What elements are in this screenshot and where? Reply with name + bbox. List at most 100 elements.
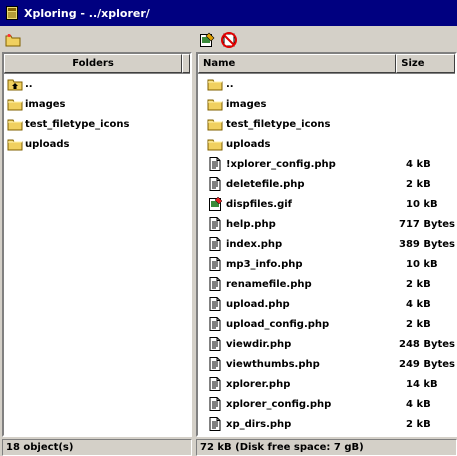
file-row[interactable]: viewdir.php 248 Bytes	[198, 334, 455, 354]
file-name: images	[226, 98, 267, 110]
file-icon	[209, 397, 221, 411]
folder-tree-label: images	[25, 98, 66, 110]
folder-tree-item[interactable]: images	[4, 94, 190, 114]
folder-icon	[207, 99, 223, 111]
status-object-count: 18 object(s)	[2, 439, 192, 456]
folder-tree-item[interactable]: ..	[4, 74, 190, 94]
file-size: 4 kB	[406, 158, 431, 170]
file-size: 248 Bytes	[398, 338, 455, 350]
new-folder-icon	[5, 34, 21, 47]
folder-tree-label: test_filetype_icons	[25, 118, 130, 130]
edit-button[interactable]	[198, 31, 216, 49]
file-icon	[209, 317, 221, 331]
name-column-header[interactable]: Name	[198, 54, 397, 73]
file-row[interactable]: xplorer_config.php 4 kB	[198, 394, 455, 414]
file-row[interactable]: !xplorer_config.php 4 kB	[198, 154, 455, 174]
image-file-icon	[209, 196, 223, 211]
file-icon	[209, 237, 221, 251]
folders-header: Folders	[4, 54, 190, 74]
folders-toolbar	[4, 28, 26, 52]
file-row[interactable]: uploads	[198, 134, 455, 154]
files-toolbar	[198, 28, 242, 52]
file-name: xplorer_config.php	[226, 398, 332, 410]
new-folder-button[interactable]	[4, 31, 22, 49]
size-column-header[interactable]: Size	[396, 54, 455, 73]
folder-icon	[7, 119, 23, 131]
folder-tree-label: uploads	[25, 138, 70, 150]
folder-icon	[7, 99, 23, 111]
file-name: dispfiles.gif	[226, 198, 293, 210]
file-size: 4 kB	[406, 398, 431, 410]
file-row[interactable]: xp_dirs.php 2 kB	[198, 414, 455, 434]
file-size: 4 kB	[406, 298, 431, 310]
files-pane: Name Size .. images test_filetype_iconsupl…	[196, 52, 457, 437]
status-disk-space: 72 kB (Disk free space: 7 gB)	[196, 439, 457, 456]
folder-tree-item[interactable]: uploads	[4, 134, 190, 154]
file-row[interactable]: images	[198, 94, 455, 114]
folders-pane: Folders .. images test_filetype_iconsuploa…	[2, 52, 192, 437]
file-name: ..	[226, 78, 234, 90]
folder-up-icon	[7, 79, 23, 91]
delete-button[interactable]	[220, 31, 238, 49]
file-icon	[209, 297, 221, 311]
file-size: 10 kB	[406, 198, 438, 210]
file-name: test_filetype_icons	[226, 118, 331, 130]
folders-column-header[interactable]: Folders	[4, 54, 182, 73]
folder-tree-item[interactable]: test_filetype_icons	[4, 114, 190, 134]
file-icon	[209, 377, 221, 391]
edit-icon	[200, 32, 215, 47]
file-row[interactable]: viewthumbs.php 249 Bytes	[198, 354, 455, 374]
file-name: help.php	[226, 218, 276, 230]
file-icon	[209, 417, 221, 431]
folder-icon	[7, 139, 23, 151]
file-size: 14 kB	[406, 378, 438, 390]
file-name: index.php	[226, 238, 283, 250]
file-row[interactable]: help.php 717 Bytes	[198, 214, 455, 234]
files-header: Name Size	[198, 54, 455, 74]
file-row[interactable]: upload.php 4 kB	[198, 294, 455, 314]
folder-list: .. images test_filetype_iconsuploads	[4, 74, 190, 154]
file-row[interactable]: dispfiles.gif 10 kB	[198, 194, 455, 214]
folder-icon	[207, 139, 223, 151]
file-row[interactable]: ..	[198, 74, 455, 94]
file-size: 249 Bytes	[398, 358, 455, 370]
file-name: mp3_info.php	[226, 258, 303, 270]
file-size: 2 kB	[406, 178, 431, 190]
file-icon	[209, 337, 221, 351]
file-size: 2 kB	[406, 318, 431, 330]
file-row[interactable]: xplorer.php 14 kB	[198, 374, 455, 394]
folder-tree-label: ..	[25, 78, 33, 90]
file-size: 2 kB	[406, 278, 431, 290]
file-name: upload.php	[226, 298, 290, 310]
file-name: upload_config.php	[226, 318, 330, 330]
file-name: !xplorer_config.php	[226, 158, 336, 170]
file-size: 10 kB	[406, 258, 438, 270]
title-bar: Xploring - ../xplorer/	[0, 0, 457, 26]
file-size: 717 Bytes	[398, 218, 455, 230]
file-icon	[209, 217, 221, 231]
file-icon	[209, 157, 221, 171]
file-icon	[209, 277, 221, 291]
file-size: 2 kB	[406, 418, 431, 430]
file-name: viewthumbs.php	[226, 358, 320, 370]
file-row[interactable]: renamefile.php 2 kB	[198, 274, 455, 294]
file-name: renamefile.php	[226, 278, 312, 290]
file-row[interactable]: deletefile.php 2 kB	[198, 174, 455, 194]
file-name: xp_dirs.php	[226, 418, 292, 430]
window-title: Xploring - ../xplorer/	[24, 6, 150, 20]
file-name: xplorer.php	[226, 378, 291, 390]
folder-icon	[207, 119, 223, 131]
file-row[interactable]: index.php 389 Bytes	[198, 234, 455, 254]
app-icon	[6, 6, 18, 20]
header-filler	[182, 54, 190, 73]
file-row[interactable]: test_filetype_icons	[198, 114, 455, 134]
delete-icon	[221, 32, 237, 48]
file-icon	[209, 177, 221, 191]
file-name: viewdir.php	[226, 338, 292, 350]
folder-icon	[207, 79, 223, 91]
file-name: uploads	[226, 138, 271, 150]
file-icon	[209, 257, 221, 271]
file-row[interactable]: mp3_info.php 10 kB	[198, 254, 455, 274]
file-row[interactable]: upload_config.php 2 kB	[198, 314, 455, 334]
file-icon	[209, 357, 221, 371]
